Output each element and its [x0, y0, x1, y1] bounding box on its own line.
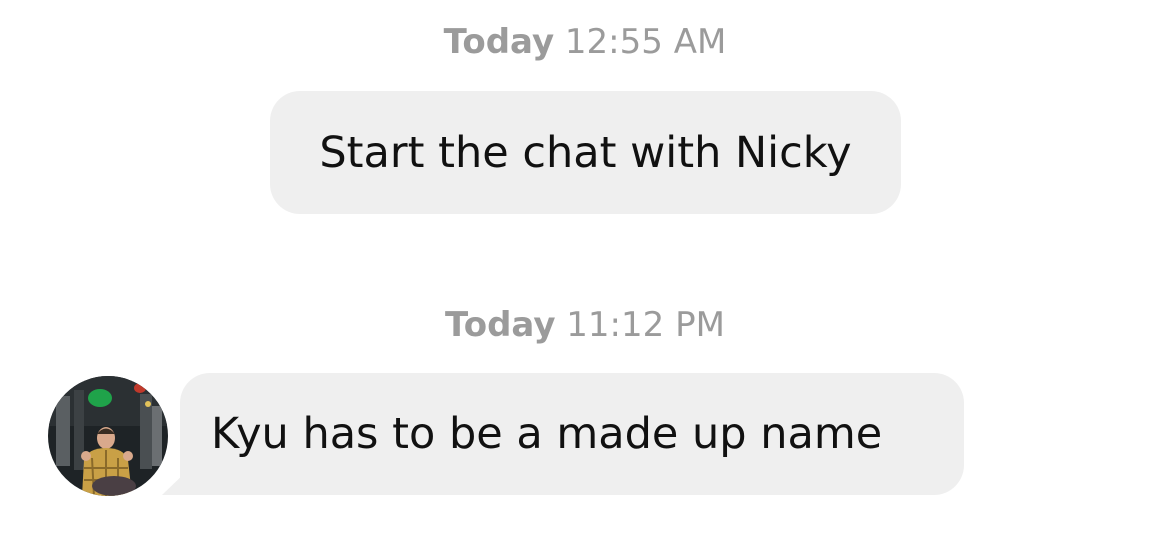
avatar[interactable] [48, 376, 168, 496]
timestamp-day: Today [443, 22, 555, 62]
timestamp-time: 12:55 AM [564, 22, 727, 62]
message-text: Kyu has to be a made up name [211, 409, 883, 459]
message-text: Start the chat with Nicky [319, 127, 852, 178]
timestamp-time: 11:12 PM [566, 305, 725, 345]
incoming-message-bubble[interactable]: Kyu has to be a made up name [180, 373, 964, 495]
avatar-photo [48, 376, 168, 496]
message-timestamp: Today 12:55 AM [0, 22, 1170, 62]
timestamp-day: Today [445, 305, 556, 345]
system-message-bubble[interactable]: Start the chat with Nicky [270, 91, 901, 214]
message-timestamp: Today 11:12 PM [0, 305, 1170, 345]
